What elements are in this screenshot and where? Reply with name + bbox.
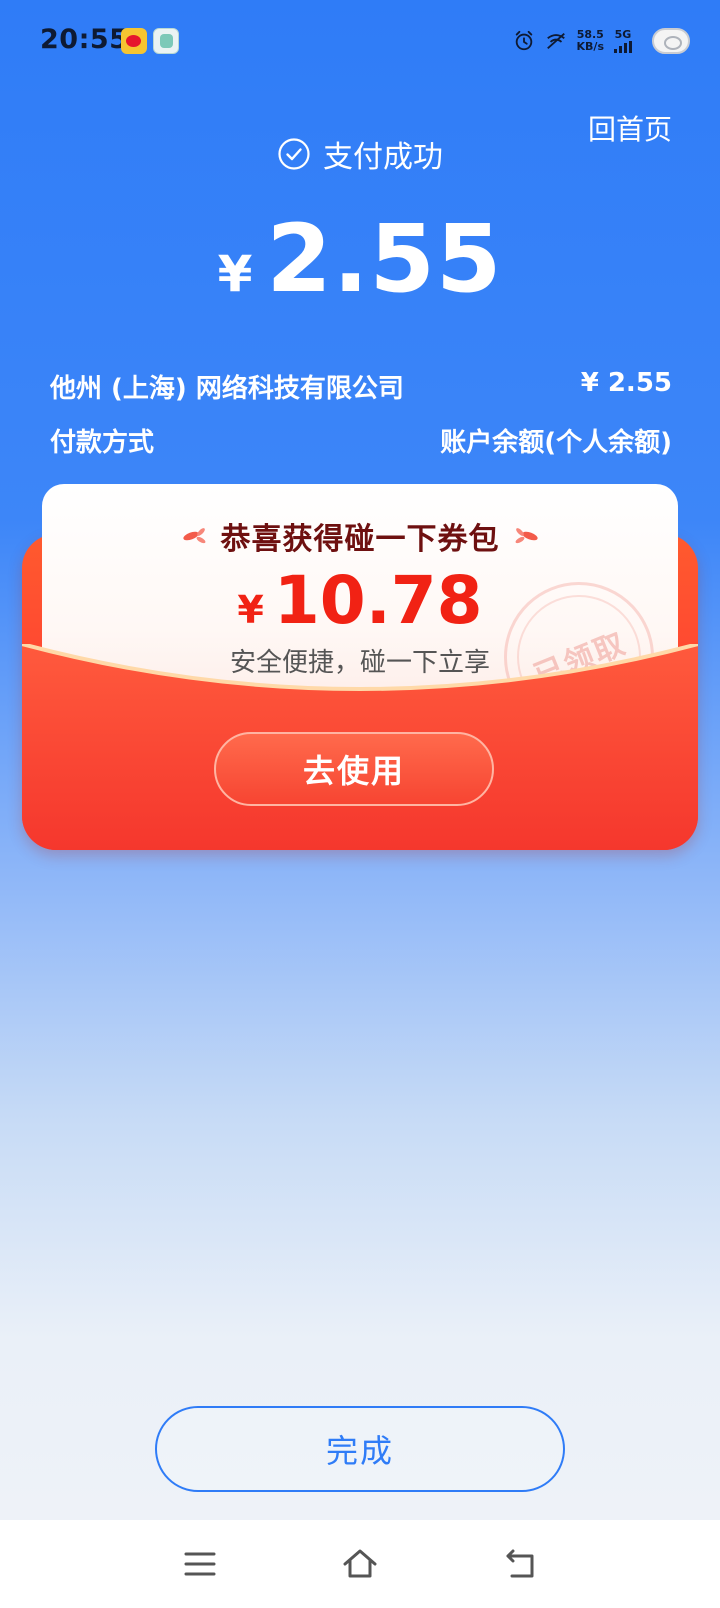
check-circle-icon [278, 138, 310, 170]
system-nav-bar [0, 1520, 720, 1608]
home-icon[interactable] [340, 1544, 380, 1584]
app-notification-icon [153, 28, 179, 54]
coupon-value: 10.78 [273, 562, 483, 639]
signal-indicator: 5G [614, 29, 632, 53]
coupon-currency: ¥ [237, 588, 264, 632]
success-text: 支付成功 [323, 140, 443, 175]
sparkle-icon [515, 528, 538, 544]
coupon-title-row: 恭喜获得碰一下券包 [42, 514, 678, 558]
signal-bars-icon [614, 41, 632, 53]
payment-method-label: 付款方式 [50, 428, 155, 458]
no-signal-icon [546, 32, 565, 50]
weibo-app-icon [121, 28, 147, 54]
sparkle-icon [182, 528, 205, 544]
status-time: 20:55 [40, 24, 129, 55]
back-icon[interactable] [500, 1544, 540, 1584]
amount-value: 2.55 [266, 205, 503, 314]
network-type: 5G [614, 28, 632, 41]
coupon-title: 恭喜获得碰一下券包 [220, 522, 500, 557]
status-indicators: 58.5 KB/s 5G [513, 24, 690, 58]
merchant-name: 他州 (上海) 网络科技有限公司 [50, 374, 404, 404]
merchant-amount: ¥ 2.55 [580, 368, 672, 398]
battery-icon [652, 28, 690, 54]
net-speed: 58.5 KB/s [577, 29, 604, 53]
status-bar: 20:55 58.5 KB/s 5G [0, 0, 720, 80]
use-coupon-button[interactable]: 去使用 [214, 732, 494, 806]
net-speed-unit: KB/s [576, 40, 604, 53]
menu-icon[interactable] [180, 1544, 220, 1584]
coupon-envelope: 恭喜获得碰一下券包 ¥ 10.78 安全便捷，碰一下立享 已领取 去使用 [22, 484, 698, 850]
merchant-row: 他州 (上海) 网络科技有限公司 ¥ 2.55 [50, 368, 672, 405]
payment-method-row: 付款方式 账户余额(个人余额) [50, 422, 672, 459]
payment-success-screen: 20:55 58.5 KB/s 5G 回首页 支付成功 ¥ 2.55 他州 (上… [0, 0, 720, 1608]
envelope-front: 去使用 [22, 644, 698, 850]
currency-symbol: ¥ [217, 245, 253, 303]
done-button[interactable]: 完成 [155, 1406, 565, 1492]
payment-method-value: 账户余额(个人余额) [440, 428, 672, 458]
paid-amount: ¥ 2.55 [0, 205, 720, 314]
success-status: 支付成功 [0, 132, 720, 176]
alarm-icon [515, 30, 532, 51]
